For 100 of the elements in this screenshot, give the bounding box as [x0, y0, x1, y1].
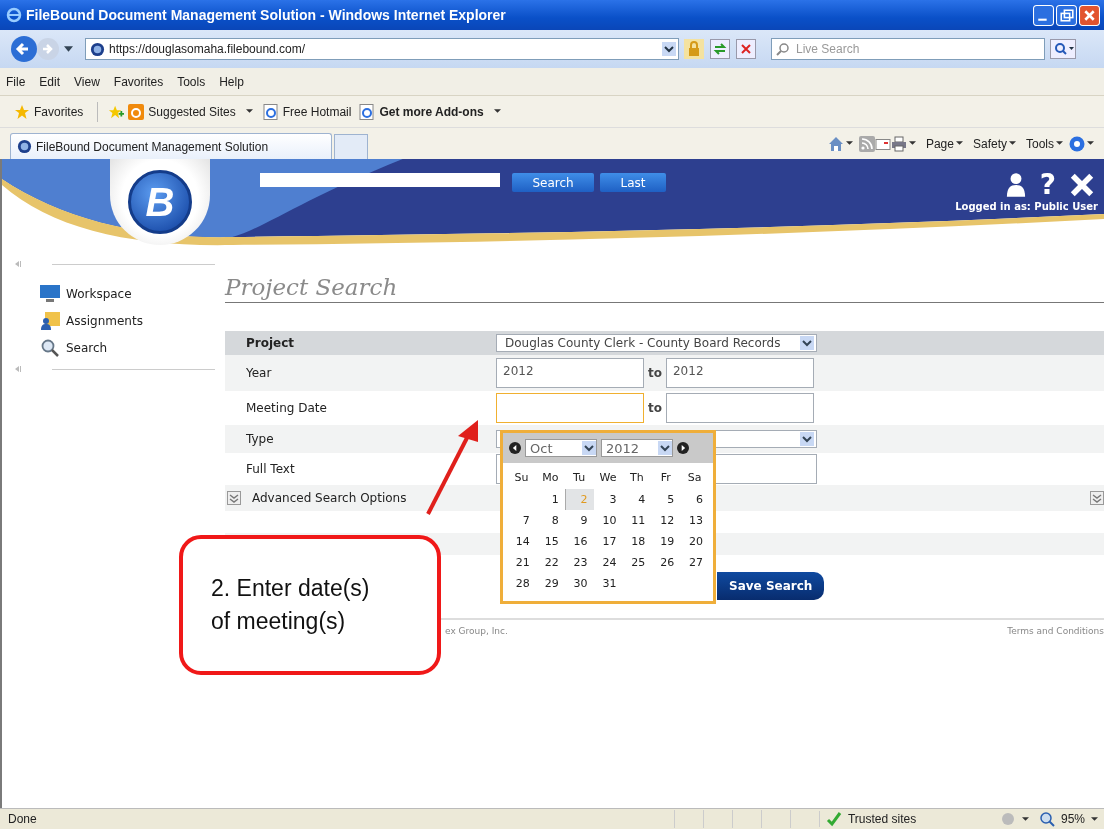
favorites-button[interactable]: Favorites: [34, 104, 84, 119]
dropdown-icon: [800, 432, 814, 446]
favorites-link[interactable]: Suggested Sites: [148, 104, 236, 119]
caret-icon[interactable]: [1021, 816, 1029, 822]
menu-item[interactable]: Tools: [177, 74, 206, 89]
user-icon[interactable]: [1005, 172, 1026, 198]
calendar-day[interactable]: 7: [507, 510, 536, 531]
calendar-day[interactable]: 18: [622, 531, 652, 552]
search-button[interactable]: [1049, 39, 1077, 59]
dropdown-icon[interactable]: [662, 42, 676, 56]
menu-item[interactable]: File: [6, 74, 26, 89]
close-button[interactable]: [1079, 4, 1100, 26]
calendar-day[interactable]: 12: [651, 510, 681, 531]
input-field[interactable]: 2012: [666, 358, 814, 388]
header-search-field[interactable]: [260, 173, 500, 187]
calendar-day[interactable]: 14: [507, 531, 536, 552]
search-icon: [776, 42, 790, 56]
menu-item[interactable]: Favorites: [113, 74, 164, 89]
calendar-day[interactable]: 10: [593, 510, 623, 531]
calendar-day[interactable]: 20: [680, 531, 709, 552]
calendar-day[interactable]: 9: [564, 510, 594, 531]
terms-link[interactable]: Terms and Conditions: [1007, 626, 1104, 636]
favorites-link[interactable]: Get more Add-ons: [379, 104, 484, 119]
next-month-button[interactable]: [677, 442, 689, 454]
favorites-link[interactable]: Free Hotmail: [282, 104, 352, 119]
command-menu[interactable]: Safety: [972, 136, 1007, 151]
input-field[interactable]: 2012: [496, 358, 644, 388]
command-menu[interactable]: Tools: [1026, 136, 1054, 151]
menu-item[interactable]: Help: [219, 74, 244, 89]
year-select[interactable]: 2012: [601, 439, 673, 457]
menu-item[interactable]: View: [74, 74, 100, 89]
help-link[interactable]: ?: [1039, 171, 1056, 199]
callout-text: 2. Enter date(s): [211, 574, 371, 603]
calendar-day[interactable]: 19: [651, 531, 681, 552]
caret-icon[interactable]: [1087, 141, 1094, 146]
close-icon[interactable]: [1070, 173, 1094, 197]
calendar-day[interactable]: 31: [593, 573, 623, 594]
caret-icon[interactable]: [64, 45, 73, 53]
calendar-day[interactable]: 15: [535, 531, 565, 552]
caret-icon[interactable]: [955, 141, 963, 146]
calendar-day[interactable]: 29: [535, 573, 565, 594]
calendar-day[interactable]: 13: [680, 510, 709, 531]
field-label: Project: [245, 336, 296, 350]
refresh-icon[interactable]: [709, 39, 731, 59]
expand-icon[interactable]: [1090, 491, 1104, 505]
calendar-day[interactable]: 11: [622, 510, 652, 531]
caret-icon[interactable]: [245, 109, 253, 114]
header-button[interactable]: Last: [600, 173, 666, 192]
input-field[interactable]: [666, 393, 814, 423]
stop-icon[interactable]: [735, 39, 757, 59]
calendar-day[interactable]: 16: [564, 531, 594, 552]
calendar-day[interactable]: 26: [651, 552, 681, 573]
sidebar-item[interactable]: Workspace: [2, 280, 215, 307]
calendar-day[interactable]: 24: [593, 552, 623, 573]
restore-button[interactable]: [1056, 4, 1077, 26]
caret-icon[interactable]: [908, 141, 916, 146]
back-button[interactable]: [10, 35, 38, 63]
calendar-day[interactable]: 17: [593, 531, 623, 552]
caret-icon[interactable]: [1056, 141, 1063, 146]
menu-item[interactable]: Edit: [39, 74, 61, 89]
caret-icon[interactable]: [845, 141, 853, 146]
calendar-day[interactable]: 30: [564, 573, 594, 594]
minimize-button[interactable]: [1033, 4, 1054, 26]
caret-icon[interactable]: [1009, 141, 1016, 146]
command-menu[interactable]: Page: [925, 136, 954, 151]
calendar-day[interactable]: 4: [622, 489, 652, 510]
save-search-button[interactable]: Save Search: [717, 572, 825, 600]
advanced-options-toggle[interactable]: Advanced Search Options: [252, 491, 407, 505]
zoom-icon[interactable]: [1038, 811, 1055, 827]
calendar-day[interactable]: 5: [651, 489, 681, 510]
select-field[interactable]: Douglas County Clerk - County Board Records: [496, 334, 817, 352]
calendar-day[interactable]: 8: [535, 510, 565, 531]
sidebar-item[interactable]: Search: [2, 334, 215, 361]
address-field[interactable]: https://douglasomaha.filebound.com/: [85, 38, 679, 60]
zoom-level[interactable]: 95%: [1060, 812, 1085, 826]
range-separator: to: [648, 366, 662, 380]
calendar-day[interactable]: 22: [535, 552, 565, 573]
expand-icon[interactable]: [227, 491, 241, 505]
browser-tab[interactable]: FileBound Document Management Solution: [10, 133, 332, 159]
calendar-day[interactable]: 21: [507, 552, 536, 573]
caret-icon[interactable]: [493, 109, 501, 114]
header-button[interactable]: Search: [512, 173, 594, 192]
calendar-day[interactable]: 28: [507, 573, 536, 594]
previous-month-button[interactable]: [509, 442, 521, 454]
browser-page-icon: [262, 103, 279, 120]
calendar-day[interactable]: 27: [680, 552, 709, 573]
caret-icon[interactable]: [1091, 816, 1098, 822]
callout-text: of meeting(s): [211, 607, 347, 636]
logo-letter: B: [128, 170, 192, 234]
login-status: Logged in as: Public User: [955, 201, 1098, 212]
printer-icon[interactable]: [890, 135, 907, 152]
calendar-day[interactable]: 23: [564, 552, 594, 573]
sidebar-item[interactable]: Assignments: [2, 307, 215, 334]
calendar-day[interactable]: 25: [622, 552, 652, 573]
calendar-day[interactable]: 3: [593, 489, 623, 510]
month-select[interactable]: Oct: [525, 439, 597, 457]
calendar-day[interactable]: 6: [680, 489, 709, 510]
search-field[interactable]: Live Search: [771, 38, 1045, 60]
input-field[interactable]: [496, 393, 644, 423]
calendar-day[interactable]: 1: [535, 489, 565, 510]
